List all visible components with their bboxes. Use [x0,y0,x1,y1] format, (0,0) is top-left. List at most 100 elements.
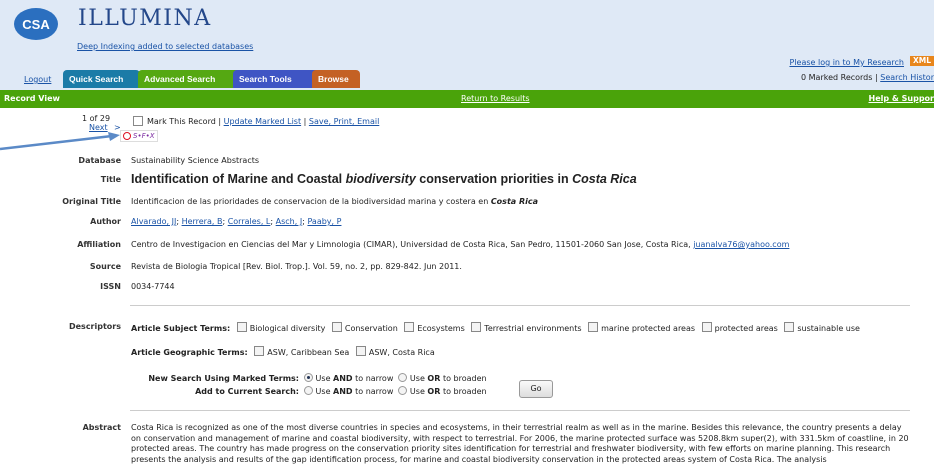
term-checkbox[interactable] [356,346,366,356]
affiliation-text: Centro de Investigacion en Ciencias del … [131,240,693,249]
term-checkbox[interactable] [784,322,794,332]
add-or-broaden-radio[interactable] [398,386,407,395]
record-view-bar: Record View Return to Results Help & Sup… [0,90,934,108]
broaden-text: to broaden [443,387,487,396]
issn-label: ISSN [100,282,121,291]
record-position: 1 of 29 [82,114,110,123]
geo-term: ASW, Caribbean Sea [267,348,349,357]
title-label: Title [101,175,121,184]
geo-terms-row: Article Geographic Terms: ASW, Caribbean… [131,346,435,357]
subject-term: sustainable use [797,324,860,333]
original-title-emphasis: Costa Rica [491,197,538,206]
title-part-italic: Costa Rica [572,172,637,186]
my-research-login-link[interactable]: Please log in to My Research [789,58,904,67]
source-value: Revista de Biologia Tropical [Rev. Biol.… [131,262,462,271]
xml-badge[interactable]: XML [910,56,934,66]
narrow-text: to narrow [355,374,393,383]
save-print-email-link[interactable]: Save, Print, Email [309,117,379,126]
author-link[interactable]: Alvarado, JJ [131,217,176,226]
csa-logo[interactable]: CSA [14,8,58,40]
geo-term: ASW, Costa Rica [369,348,435,357]
author-link[interactable]: Paaby, P [307,217,341,226]
update-marked-list-link[interactable]: Update Marked List [224,117,301,126]
author-link[interactable]: Herrera, B [182,217,223,226]
add-and-narrow-radio[interactable] [304,386,313,395]
issn-value: 0034-7744 [131,282,175,291]
database-value: Sustainability Science Abstracts [131,156,259,165]
use-text: Use [410,387,425,396]
author-link[interactable]: Corrales, L [228,217,271,226]
sfx-button[interactable]: S•F•X [120,130,158,142]
narrow-text: to narrow [355,387,393,396]
affiliation-email-link[interactable]: juanalva76@yahoo.com [693,240,789,249]
subject-terms-row: Article Subject Terms: Biological divers… [131,322,860,333]
mark-record-label: Mark This Record [147,117,216,126]
or-text: OR [427,374,440,383]
original-title-text: Identificacion de las prioridades de con… [131,197,491,206]
mark-record-checkbox[interactable] [133,116,143,126]
sfx-label: S•F•X [133,132,155,140]
term-checkbox[interactable] [237,322,247,332]
author-list: Alvarado, JJ; Herrera, B; Corrales, L; A… [131,217,341,226]
return-to-results-link[interactable]: Return to Results [461,94,530,103]
tab-advanced-search[interactable]: Advanced Search [138,70,241,88]
tab-quick-search[interactable]: Quick Search [63,70,140,88]
divider [130,305,910,306]
broaden-text: to broaden [443,374,487,383]
separator: | [218,117,221,126]
affiliation-value: Centro de Investigacion en Ciencias del … [131,240,789,249]
author-link[interactable]: Asch, J [276,217,303,226]
source-label: Source [90,262,121,271]
abstract-text: Costa Rica is recognized as one of the m… [131,423,911,465]
subject-term: Biological diversity [250,324,326,333]
logout-link[interactable]: Logout [24,75,51,84]
author-label: Author [90,217,121,226]
next-record-link[interactable]: Next [89,123,108,132]
record-view-title: Record View [4,94,60,103]
use-text: Use [410,374,425,383]
title-part-italic: biodiversity [346,172,416,186]
tab-search-tools[interactable]: Search Tools [233,70,320,88]
subject-term: Conservation [345,324,398,333]
term-checkbox[interactable] [404,322,414,332]
illumina-brand: ILLUMINA [78,6,212,31]
term-checkbox[interactable] [588,322,598,332]
divider [130,410,910,411]
pointer-arrow-icon [0,132,122,152]
subject-term: protected areas [715,324,778,333]
tab-browse[interactable]: Browse [312,70,360,88]
help-support-link[interactable]: Help & Suppor [869,94,934,103]
descriptors-label: Descriptors [69,322,121,331]
separator: | [304,117,307,126]
subject-term: Terrestrial environments [484,324,581,333]
go-button[interactable]: Go [519,380,553,398]
original-title-label: Original Title [62,197,121,206]
top-header: CSA ILLUMINA Deep Indexing added to sele… [0,0,934,90]
separator: | [875,73,878,82]
term-checkbox[interactable] [702,322,712,332]
record-title: Identification of Marine and Coastal bio… [131,172,637,186]
new-search-row: New Search Using Marked Terms: Use AND t… [131,373,487,383]
subject-terms-label: Article Subject Terms: [131,324,230,333]
or-broaden-radio[interactable] [398,373,407,382]
and-narrow-radio[interactable] [304,373,313,382]
original-title-value: Identificacion de las prioridades de con… [131,197,538,206]
geo-terms-label: Article Geographic Terms: [131,348,248,357]
abstract-label: Abstract [83,423,121,432]
term-checkbox[interactable] [471,322,481,332]
use-text: Use [316,374,331,383]
term-checkbox[interactable] [332,322,342,332]
search-history-link[interactable]: Search Histor [880,73,934,82]
subject-term: marine protected areas [601,324,695,333]
marked-records-line: 0 Marked Records | Search Histor [801,73,934,82]
record-actions: Mark This Record | Update Marked List | … [147,117,379,126]
affiliation-label: Affiliation [77,240,121,249]
subject-term: Ecosystems [417,324,464,333]
add-search-label: Add to Current Search: [131,387,299,396]
term-checkbox[interactable] [254,346,264,356]
marked-records-count: 0 Marked Records [801,73,872,82]
deep-indexing-link[interactable]: Deep Indexing added to selected database… [77,42,253,51]
title-part: Identification of Marine and Coastal [131,172,346,186]
and-text: AND [333,387,353,396]
new-search-label: New Search Using Marked Terms: [131,374,299,383]
